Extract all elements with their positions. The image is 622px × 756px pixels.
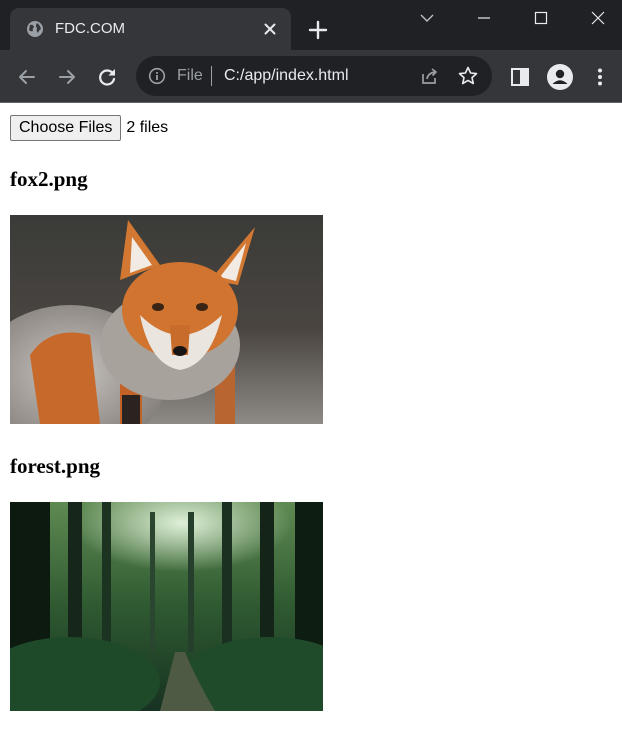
url-scheme-label: File [177, 67, 203, 84]
globe-icon [27, 21, 43, 37]
tab-strip: FDC.COM [0, 0, 622, 50]
image-filename-heading: fox2.png [10, 167, 88, 191]
back-icon[interactable] [15, 65, 39, 89]
close-tab-icon[interactable] [260, 19, 280, 39]
browser-toolbar: File C:/app/index.html [0, 50, 622, 103]
browser-tab[interactable]: FDC.COM [10, 8, 291, 50]
address-bar[interactable]: File C:/app/index.html [136, 56, 492, 96]
page-content: Choose Files 2 files fox2.png forest.png [0, 104, 622, 756]
profile-avatar-icon[interactable] [546, 63, 574, 91]
site-info-icon[interactable] [148, 67, 166, 85]
side-panel-icon[interactable] [508, 65, 532, 89]
browser-chrome: FDC.COM File C:/app/index.html [0, 0, 622, 103]
scheme-divider [211, 66, 212, 86]
close-window-icon[interactable] [588, 8, 608, 28]
image-filename-heading: forest.png [10, 454, 101, 478]
fox-image [10, 215, 323, 424]
tab-title: FDC.COM [55, 20, 125, 37]
maximize-icon[interactable] [531, 8, 551, 28]
file-input: Choose Files 2 files [10, 114, 168, 142]
url-text[interactable]: C:/app/index.html [224, 67, 349, 85]
share-icon[interactable] [418, 65, 440, 87]
file-count-label: 2 files [126, 119, 169, 136]
tab-search-chevron-icon[interactable] [417, 8, 437, 28]
choose-files-button[interactable]: Choose Files [10, 115, 122, 141]
minimize-icon[interactable] [474, 8, 494, 28]
bookmark-star-icon[interactable] [457, 65, 479, 87]
menu-kebab-icon[interactable] [588, 65, 612, 89]
reload-icon[interactable] [95, 65, 119, 89]
forward-icon[interactable] [55, 65, 79, 89]
new-tab-icon[interactable] [306, 18, 330, 42]
forest-image [10, 502, 323, 711]
